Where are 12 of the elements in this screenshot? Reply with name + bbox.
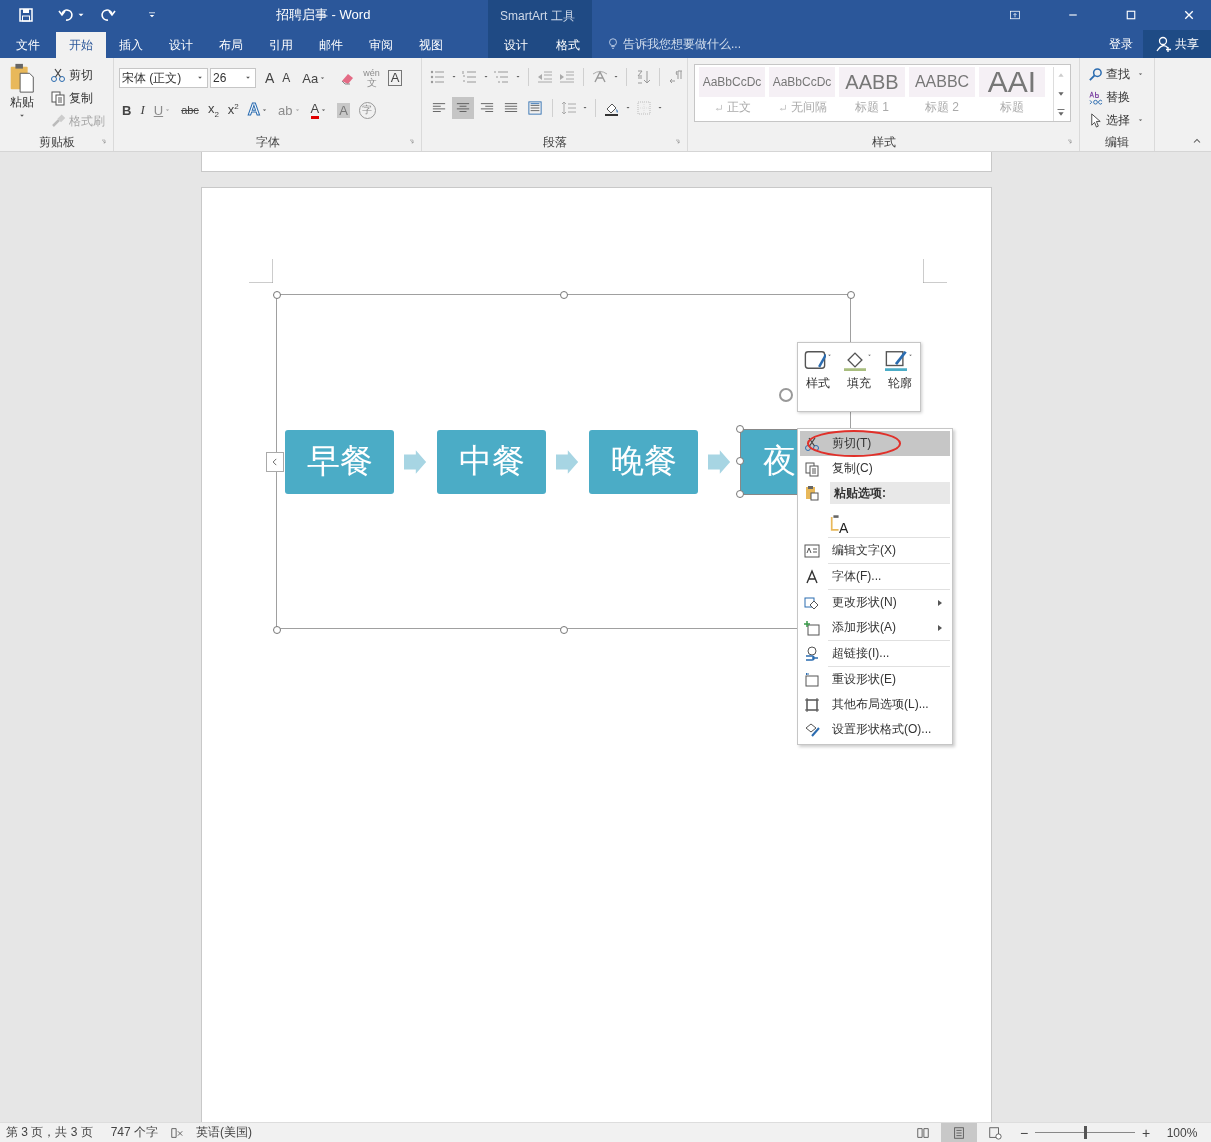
group-label: 字体 xyxy=(255,134,280,151)
group-label: 剪贴板 xyxy=(38,133,75,151)
group-label: 段落 xyxy=(542,134,567,151)
group-label: 编辑 xyxy=(1105,134,1129,151)
menu-section-header: 粘贴选项: xyxy=(830,482,950,504)
shape-text: 早餐 xyxy=(307,440,373,482)
shape-text: 夜 xyxy=(763,440,797,482)
contextual-tab-group-title: SmartArt 工具 xyxy=(499,8,576,25)
shape-text: 中餐 xyxy=(459,440,526,482)
shape-text: 晚餐 xyxy=(611,440,678,482)
window-title: 招聘启事 - Word xyxy=(276,6,371,24)
group-label: 样式 xyxy=(871,134,896,151)
